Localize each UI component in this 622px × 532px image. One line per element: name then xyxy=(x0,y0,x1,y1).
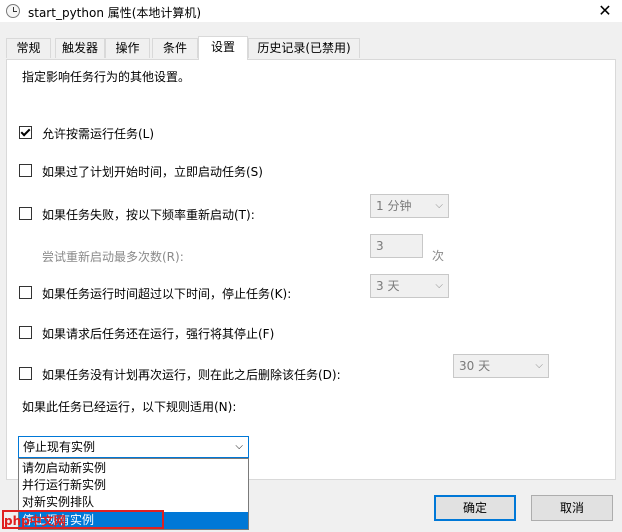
force-stop-label[interactable]: 如果请求后任务还在运行，强行将其停止(F) xyxy=(42,325,274,342)
restart-interval-dropdown[interactable]: 1 分钟 ⌵ xyxy=(370,194,449,218)
tab-actions[interactable]: 操作 xyxy=(105,38,150,58)
retry-unit-label: 次 xyxy=(432,249,445,263)
force-stop-checkbox[interactable] xyxy=(19,326,32,339)
rule-option-queue[interactable]: 对新实例排队 xyxy=(19,494,248,511)
run-if-missed-checkbox[interactable] xyxy=(19,164,32,177)
rule-label: 如果此任务已经运行，以下规则适用(N): xyxy=(22,400,237,414)
window-title: start_python 属性(本地计算机) xyxy=(28,6,202,20)
close-button[interactable]: ✕ xyxy=(594,1,616,21)
tab-conditions[interactable]: 条件 xyxy=(152,38,198,58)
ok-button[interactable]: 确定 xyxy=(434,495,516,521)
tab-general[interactable]: 常规 xyxy=(6,38,51,58)
chevron-down-icon: ⌵ xyxy=(435,200,443,211)
chevron-down-icon: ⌵ xyxy=(435,280,443,291)
rule-select-value: 停止现有实例 xyxy=(23,440,96,454)
chevron-down-icon: ⌵ xyxy=(535,360,543,371)
restart-interval-value: 1 分钟 xyxy=(376,199,412,213)
tab-settings[interactable]: 设置 xyxy=(198,36,248,60)
task-clock-icon xyxy=(6,4,20,18)
watermark-logo: php中文网 xyxy=(4,514,66,528)
restart-on-failure-label[interactable]: 如果任务失败，按以下频率重新启动(T): xyxy=(42,206,255,223)
retry-attempts-input[interactable]: 3 xyxy=(370,234,423,258)
chevron-down-icon: ⌵ xyxy=(235,441,243,452)
allow-on-demand-label[interactable]: 允许按需运行任务(L) xyxy=(42,125,154,142)
retry-attempts-label: 尝试重新启动最多次数(R): xyxy=(42,250,184,264)
settings-description: 指定影响任务行为的其他设置。 xyxy=(22,70,191,84)
cancel-button[interactable]: 取消 xyxy=(531,495,613,521)
stop-duration-value: 3 天 xyxy=(376,279,400,293)
title-bar: start_python 属性(本地计算机) ✕ xyxy=(0,0,622,22)
delete-if-not-scheduled-label[interactable]: 如果任务没有计划再次运行，则在此之后删除该任务(D): xyxy=(42,366,341,383)
rule-option-do-not-start[interactable]: 请勿启动新实例 xyxy=(19,460,248,477)
tab-triggers[interactable]: 触发器 xyxy=(55,38,105,58)
rule-select[interactable]: 停止现有实例 ⌵ xyxy=(18,436,249,458)
rule-option-run-parallel[interactable]: 并行运行新实例 xyxy=(19,477,248,494)
restart-on-failure-checkbox[interactable] xyxy=(19,207,32,220)
delete-after-dropdown[interactable]: 30 天 ⌵ xyxy=(453,354,549,378)
stop-duration-dropdown[interactable]: 3 天 ⌵ xyxy=(370,274,449,298)
stop-if-runs-longer-checkbox[interactable] xyxy=(19,286,32,299)
run-if-missed-label[interactable]: 如果过了计划开始时间，立即启动任务(S) xyxy=(42,163,263,180)
tab-history[interactable]: 历史记录(已禁用) xyxy=(248,38,360,58)
settings-panel xyxy=(6,59,616,480)
stop-if-runs-longer-label[interactable]: 如果任务运行时间超过以下时间，停止任务(K): xyxy=(42,285,291,302)
delete-after-value: 30 天 xyxy=(459,359,491,373)
allow-on-demand-checkbox[interactable] xyxy=(19,126,32,139)
delete-if-not-scheduled-checkbox[interactable] xyxy=(19,367,32,380)
